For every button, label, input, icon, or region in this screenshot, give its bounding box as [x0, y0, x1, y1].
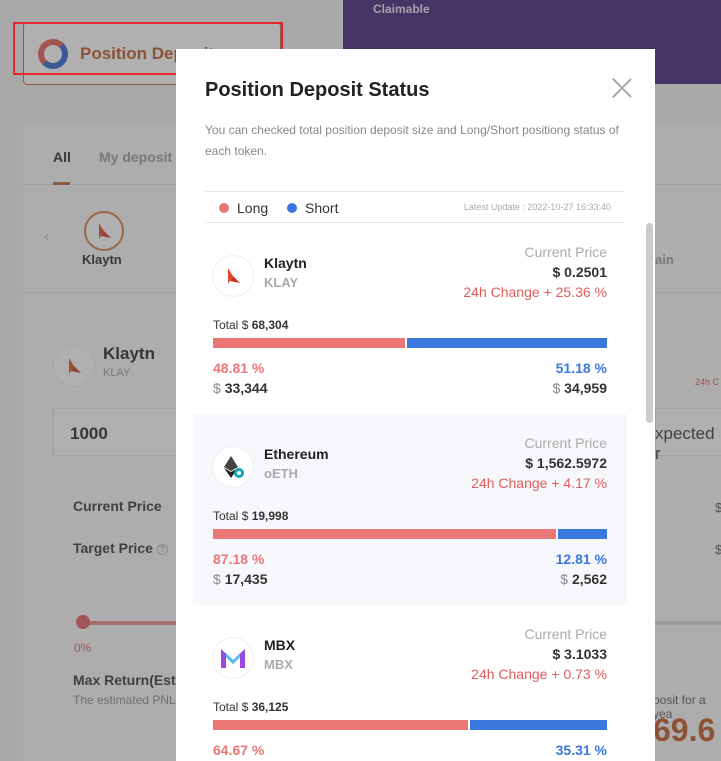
price-number: 3.1033	[564, 646, 607, 662]
total-value: Total $ 36,125	[213, 700, 289, 714]
change-number: + 0.73 %	[551, 666, 607, 682]
token-symbol: MBX	[264, 657, 293, 672]
short-dot-icon	[287, 203, 297, 213]
change-label: 24h Change	[471, 475, 548, 491]
token-name: Ethereum	[264, 446, 329, 462]
current-price-value: $ 0.2501	[552, 264, 607, 280]
short-bar-fill	[558, 529, 607, 539]
token-list: Klaytn KLAY Current Price $ 0.2501 24h C…	[193, 223, 627, 761]
token-card-klaytn: Klaytn KLAY Current Price $ 0.2501 24h C…	[193, 223, 627, 414]
legend-bar: Long Short Latest Update : 2022-10-27 16…	[205, 191, 625, 223]
long-amount-number: 17,435	[224, 571, 268, 587]
long-short-bar	[213, 338, 607, 348]
modal-title: Position Deposit Status	[205, 79, 430, 101]
current-price-value: $ 3.1033	[552, 646, 607, 662]
position-deposit-modal: Position Deposit Status You can checked …	[176, 49, 655, 761]
total-number: 68,304	[251, 318, 289, 332]
change-value: 24h Change + 0.73 %	[471, 666, 607, 682]
total-number: 36,125	[251, 700, 289, 714]
long-amount: $ 33,344	[213, 380, 268, 396]
long-percent: 48.81 %	[213, 360, 265, 376]
long-percent: 87.18 %	[213, 551, 265, 567]
current-price-label: Current Price	[524, 244, 607, 260]
token-card-ethereum: Ethereum oETH Current Price $ 1,562.5972…	[193, 414, 627, 605]
price-number: 1,562.5972	[536, 455, 607, 471]
long-bar-fill	[213, 338, 406, 348]
token-name: Klaytn	[264, 255, 307, 271]
current-price-label: Current Price	[524, 626, 607, 642]
long-bar-fill	[213, 529, 557, 539]
short-percent: 35.31 %	[555, 742, 607, 758]
price-number: 0.2501	[564, 264, 607, 280]
current-price-value: $ 1,562.5972	[525, 455, 607, 471]
long-short-bar	[213, 720, 607, 730]
long-bar-fill	[213, 720, 468, 730]
short-bar-fill	[469, 720, 607, 730]
long-amount: $ 17,435	[213, 571, 268, 587]
ethereum-logo-icon	[213, 447, 253, 487]
token-symbol: oETH	[264, 466, 298, 481]
legend-short-label: Short	[305, 200, 339, 216]
total-value: Total $ 19,998	[213, 509, 289, 523]
legend-long: Long	[219, 200, 268, 216]
short-bar-fill	[407, 338, 607, 348]
token-name: MBX	[264, 637, 296, 653]
current-price-label: Current Price	[524, 435, 607, 451]
modal-scrollbar[interactable]	[646, 223, 653, 423]
change-value: 24h Change + 25.36 %	[463, 284, 607, 300]
short-amount-number: 2,562	[571, 571, 607, 587]
long-dot-icon	[219, 203, 229, 213]
mbx-logo-icon	[213, 638, 253, 678]
long-percent: 64.67 %	[213, 742, 265, 758]
change-label: 24h Change	[471, 666, 548, 682]
modal-description: You can checked total position deposit s…	[205, 123, 619, 158]
change-label: 24h Change	[463, 284, 540, 300]
change-number: + 4.17 %	[551, 475, 607, 491]
short-amount-number: 34,959	[564, 380, 607, 396]
change-value: 24h Change + 4.17 %	[471, 475, 607, 491]
total-label: Total	[213, 318, 239, 332]
short-percent: 12.81 %	[555, 551, 607, 567]
token-card-mbx: MBX MBX Current Price $ 3.1033 24h Chang…	[193, 605, 627, 761]
long-short-bar	[213, 529, 607, 539]
short-amount: $ 2,562	[560, 571, 607, 587]
total-label: Total	[213, 509, 239, 523]
klaytn-logo-icon	[213, 256, 253, 296]
total-value: Total $ 68,304	[213, 318, 289, 332]
legend-short: Short	[287, 200, 338, 216]
close-icon[interactable]	[612, 78, 632, 98]
change-number: + 25.36 %	[543, 284, 607, 300]
latest-update: Latest Update : 2022-10-27 16:33:40	[463, 202, 611, 212]
total-label: Total	[213, 700, 239, 714]
legend-long-label: Long	[237, 200, 269, 216]
total-number: 19,998	[251, 509, 289, 523]
short-percent: 51.18 %	[555, 360, 607, 376]
token-symbol: KLAY	[264, 275, 299, 290]
short-amount: $ 34,959	[552, 380, 607, 396]
long-amount-number: 33,344	[224, 380, 268, 396]
